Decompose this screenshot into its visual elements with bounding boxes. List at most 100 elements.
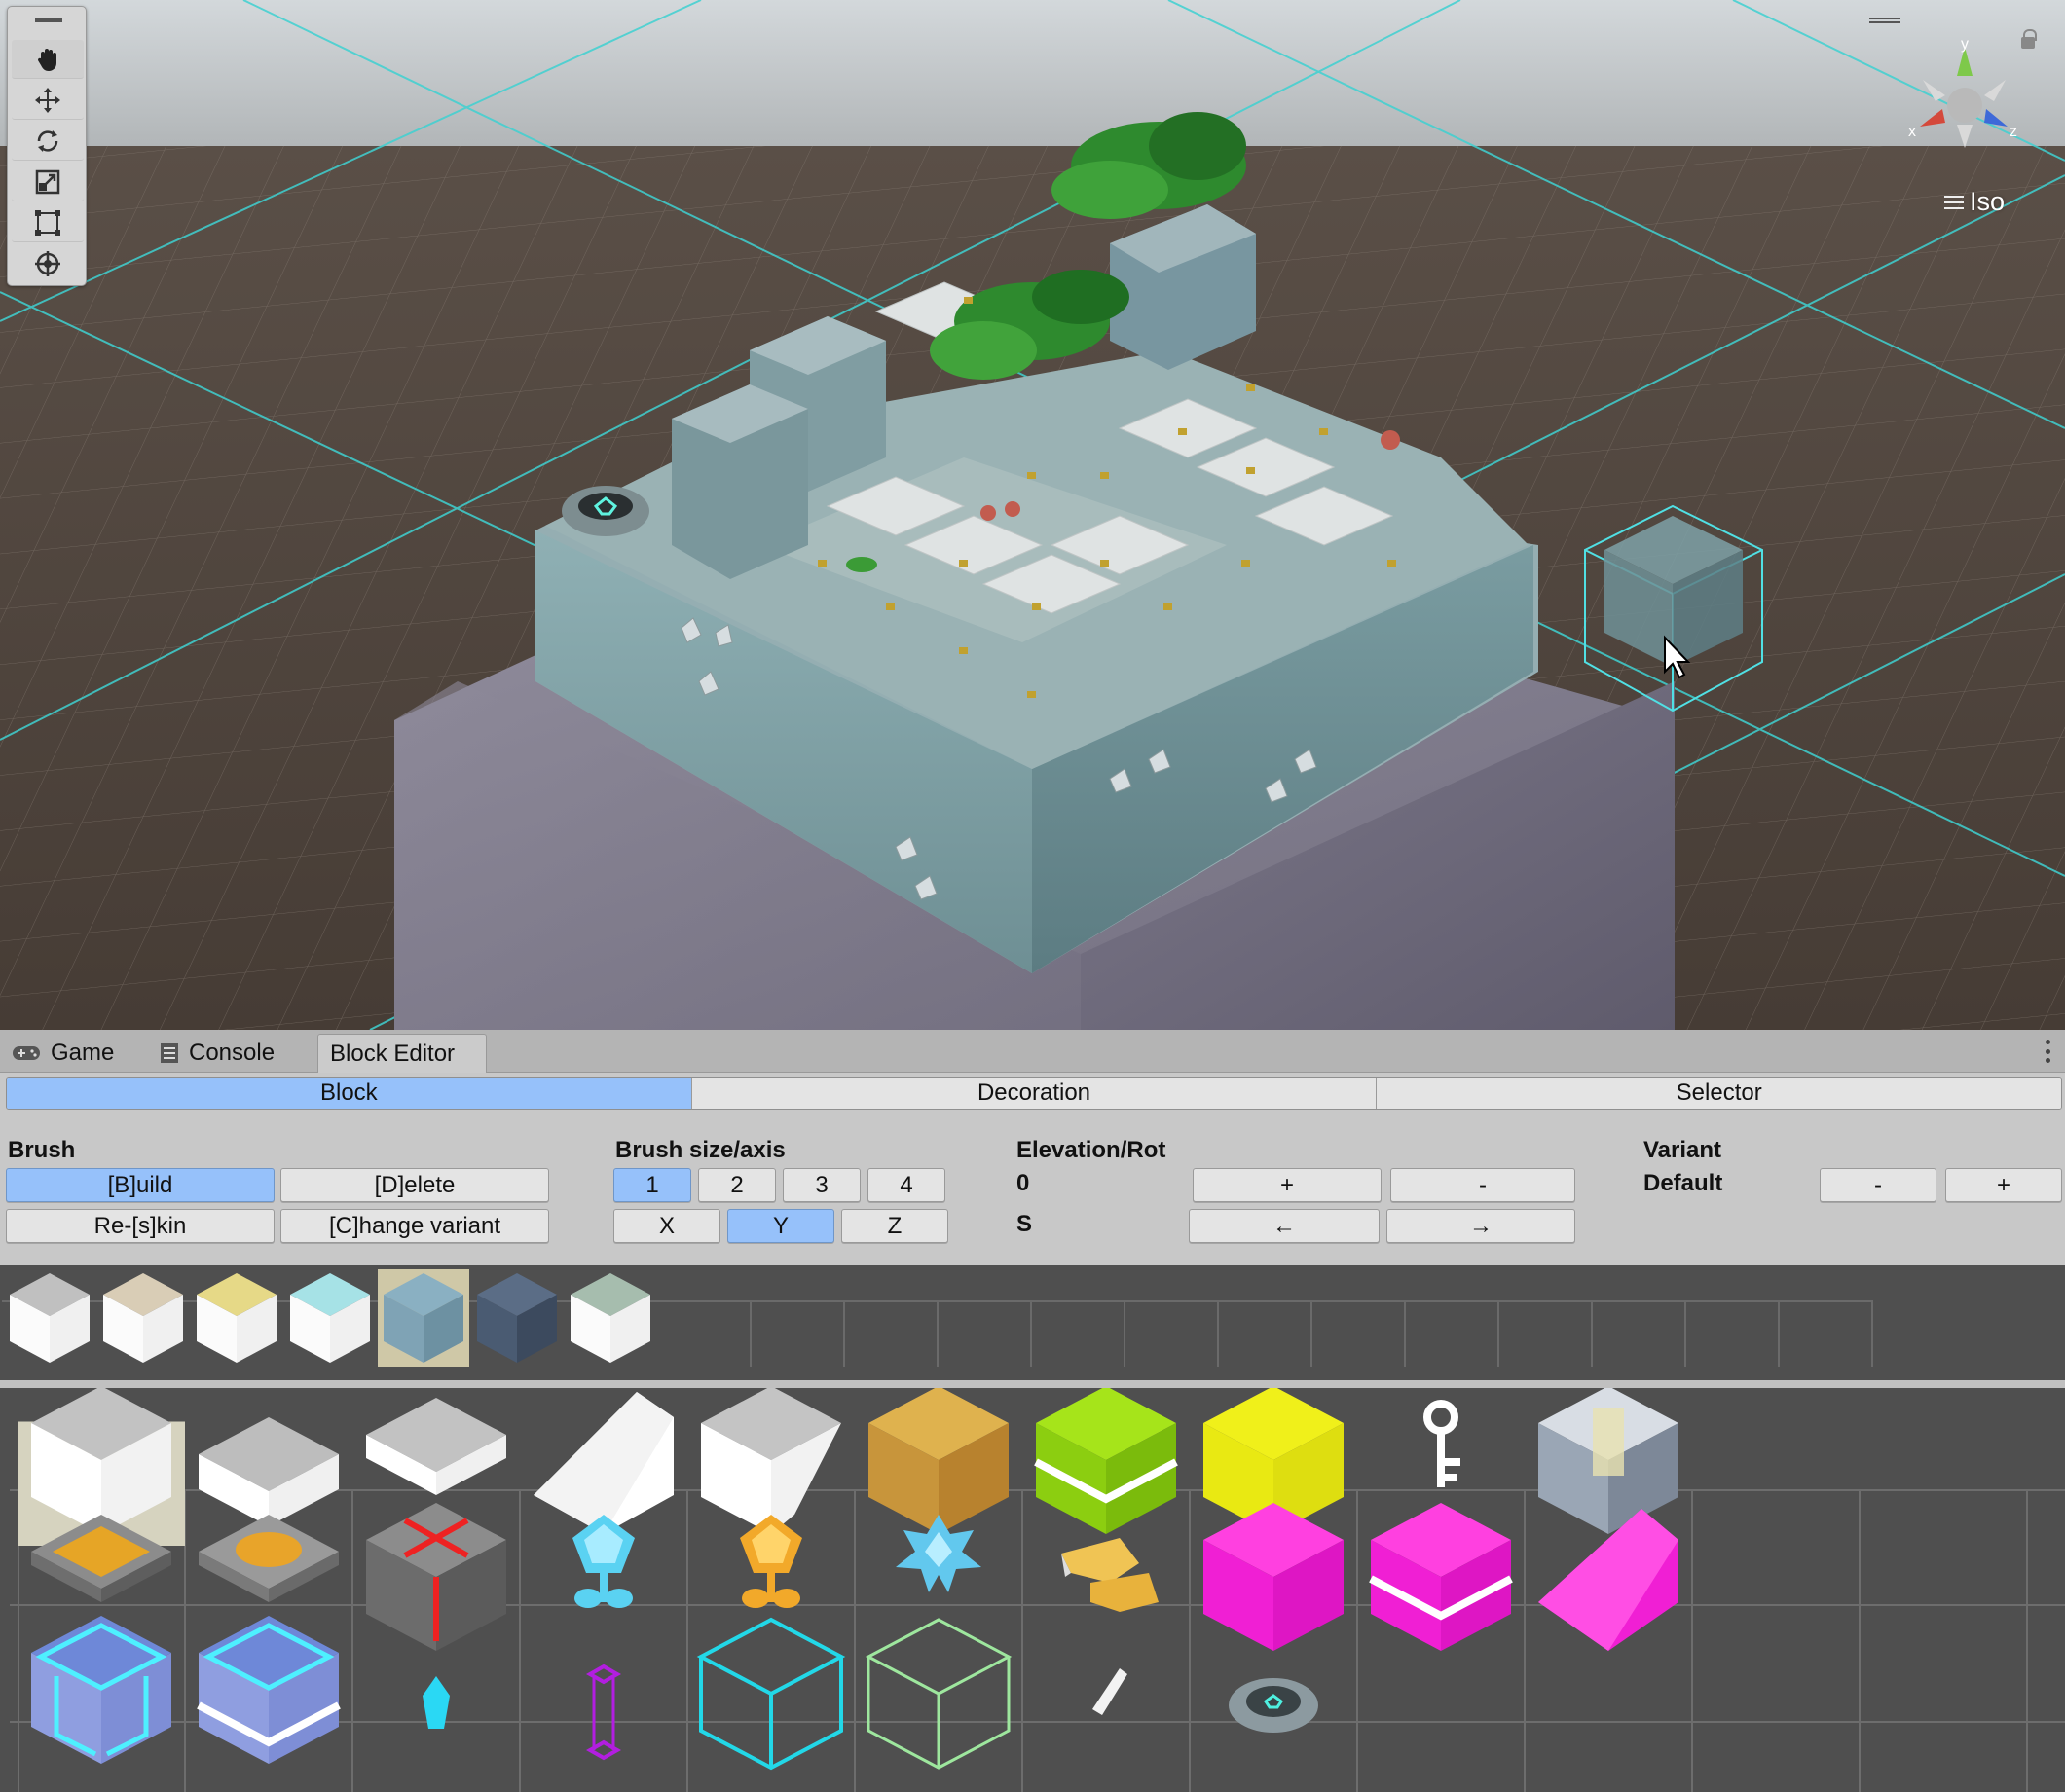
tab-label: Block Editor [330, 1040, 456, 1067]
variant-minus-button[interactable]: - [1820, 1168, 1936, 1202]
brush-size-1-button[interactable]: 1 [613, 1168, 691, 1202]
axis-x-button[interactable]: X [613, 1209, 720, 1243]
scene-overlay-grip[interactable] [1869, 18, 1900, 23]
scene-tools-panel [7, 6, 87, 286]
tab-console[interactable]: Console [148, 1034, 286, 1073]
skin-swatch-2[interactable] [97, 1269, 189, 1367]
rotate-tool-button[interactable] [12, 122, 84, 161]
palette-item-magenta-ramp[interactable] [1525, 1495, 1692, 1663]
skin-slot-empty[interactable] [752, 1269, 845, 1367]
skin-swatch-3[interactable] [191, 1269, 282, 1367]
rect-transform-icon [35, 209, 60, 236]
hand-icon [37, 48, 56, 71]
palette-item-white-shard[interactable] [1022, 1608, 1190, 1775]
palette-item-cyan-glass-slab[interactable] [185, 1608, 352, 1775]
skin-slot-empty[interactable] [1125, 1269, 1219, 1367]
console-icon [161, 1043, 178, 1063]
skin-slot-empty[interactable] [1406, 1269, 1499, 1367]
skin-slot-empty[interactable] [939, 1269, 1032, 1367]
rect-tool-button[interactable] [12, 203, 84, 242]
mode-decoration-button[interactable]: Decoration [691, 1078, 1378, 1109]
skin-slot-empty[interactable] [1499, 1269, 1593, 1367]
tab-label: Game [51, 1040, 115, 1066]
cube-icon [197, 1273, 277, 1363]
skin-swatch-7[interactable] [565, 1269, 656, 1367]
skin-swatch-6[interactable] [471, 1269, 563, 1367]
svg-text:z: z [2010, 124, 2017, 140]
cyan-glass-cube-icon [31, 1616, 171, 1764]
brush-heading: Brush [8, 1137, 76, 1163]
skin-swatch-5[interactable] [378, 1269, 469, 1367]
transform-icon [35, 251, 60, 276]
axis-z-button[interactable]: Z [841, 1209, 948, 1243]
scale-tool-button[interactable] [12, 163, 84, 201]
move-icon [35, 87, 60, 113]
reskin-button[interactable]: Re-[s]kin [6, 1209, 275, 1243]
rotate-right-button[interactable]: → [1386, 1209, 1575, 1243]
palette-item-green-wire-cube[interactable] [855, 1608, 1022, 1775]
brush-size-3-button[interactable]: 3 [783, 1168, 861, 1202]
panel-grip[interactable] [35, 18, 62, 22]
skin-swatch-1[interactable] [4, 1269, 95, 1367]
elevation-plus-button[interactable]: + [1193, 1168, 1382, 1202]
palette-grid-line [1859, 1489, 1861, 1792]
skin-slot-empty[interactable] [1032, 1269, 1125, 1367]
magenta-slab-icon [1369, 1503, 1513, 1651]
projection-label: Iso [1969, 187, 2005, 216]
tab-block-editor[interactable]: Block Editor [317, 1034, 487, 1073]
palette-item-teleport-pad[interactable] [1190, 1608, 1357, 1775]
skin-slot-empty[interactable] [1780, 1269, 1873, 1367]
cyan-glass-slab-icon [197, 1616, 341, 1764]
brush-size-4-button[interactable]: 4 [867, 1168, 945, 1202]
cube-icon [290, 1273, 370, 1363]
brush-size-2-button[interactable]: 2 [698, 1168, 776, 1202]
cyan-wire-cube-icon [696, 1617, 846, 1771]
axis-y-button[interactable]: Y [727, 1209, 834, 1243]
elevation-minus-button[interactable]: - [1390, 1168, 1575, 1202]
palette-grid-line [2026, 1489, 2028, 1792]
teleport-pad-icon [1229, 1678, 1318, 1733]
palette-item-purple-pillar[interactable] [520, 1608, 687, 1775]
palette-item-cyan-gem[interactable] [352, 1608, 520, 1775]
svg-text:x: x [1908, 124, 1916, 140]
delete-button[interactable]: [D]elete [280, 1168, 549, 1202]
block-editor-controls: Brush [B]uild [D]elete Re-[s]kin [C]hang… [0, 1112, 2065, 1265]
cube-icon [10, 1273, 90, 1363]
lock-icon[interactable] [2021, 29, 2037, 49]
cube-icon [103, 1273, 183, 1363]
scene-view[interactable]: y x z Iso [0, 0, 2065, 1030]
palette-item-cyan-glass-cube[interactable] [18, 1608, 185, 1775]
move-tool-button[interactable] [12, 81, 84, 120]
variant-plus-button[interactable]: + [1945, 1168, 2062, 1202]
mode-block-button[interactable]: Block [7, 1078, 692, 1109]
change-variant-button[interactable]: [C]hange variant [280, 1209, 549, 1243]
magenta-ramp-icon [1538, 1509, 1678, 1651]
hand-tool-button[interactable] [12, 40, 84, 79]
scale-icon [35, 169, 60, 194]
skin-strip [0, 1265, 2065, 1380]
skin-slot-empty[interactable] [1219, 1269, 1312, 1367]
white-shard-icon [1092, 1668, 1127, 1715]
scene-canvas[interactable]: y x z [0, 0, 2065, 1030]
skin-slot-empty[interactable] [1312, 1269, 1406, 1367]
palette-item-cyan-wire-cube[interactable] [687, 1608, 855, 1775]
variant-heading: Variant [1643, 1137, 1722, 1163]
rotate-left-button[interactable]: ← [1189, 1209, 1380, 1243]
tab-game[interactable]: Game [0, 1034, 126, 1073]
variant-value: Default [1643, 1170, 1723, 1196]
elevation-value: 0 [1016, 1170, 1030, 1196]
palette-item-magenta-slab[interactable] [1357, 1495, 1525, 1663]
skin-slot-empty[interactable] [845, 1269, 939, 1367]
cube-icon [384, 1273, 463, 1363]
brush-size-heading: Brush size/axis [615, 1137, 786, 1163]
mode-selector-button[interactable]: Selector [1377, 1078, 2061, 1109]
skin-slot-empty[interactable] [1686, 1269, 1780, 1367]
skin-slot-empty[interactable] [1593, 1269, 1686, 1367]
more-options-icon[interactable] [2046, 1040, 2051, 1063]
skin-slot-empty[interactable] [658, 1269, 752, 1367]
projection-toggle[interactable]: Iso [1943, 187, 2005, 217]
rotate-icon [37, 129, 58, 152]
skin-swatch-4[interactable] [284, 1269, 376, 1367]
build-button[interactable]: [B]uild [6, 1168, 275, 1202]
transform-tool-button[interactable] [12, 244, 84, 283]
